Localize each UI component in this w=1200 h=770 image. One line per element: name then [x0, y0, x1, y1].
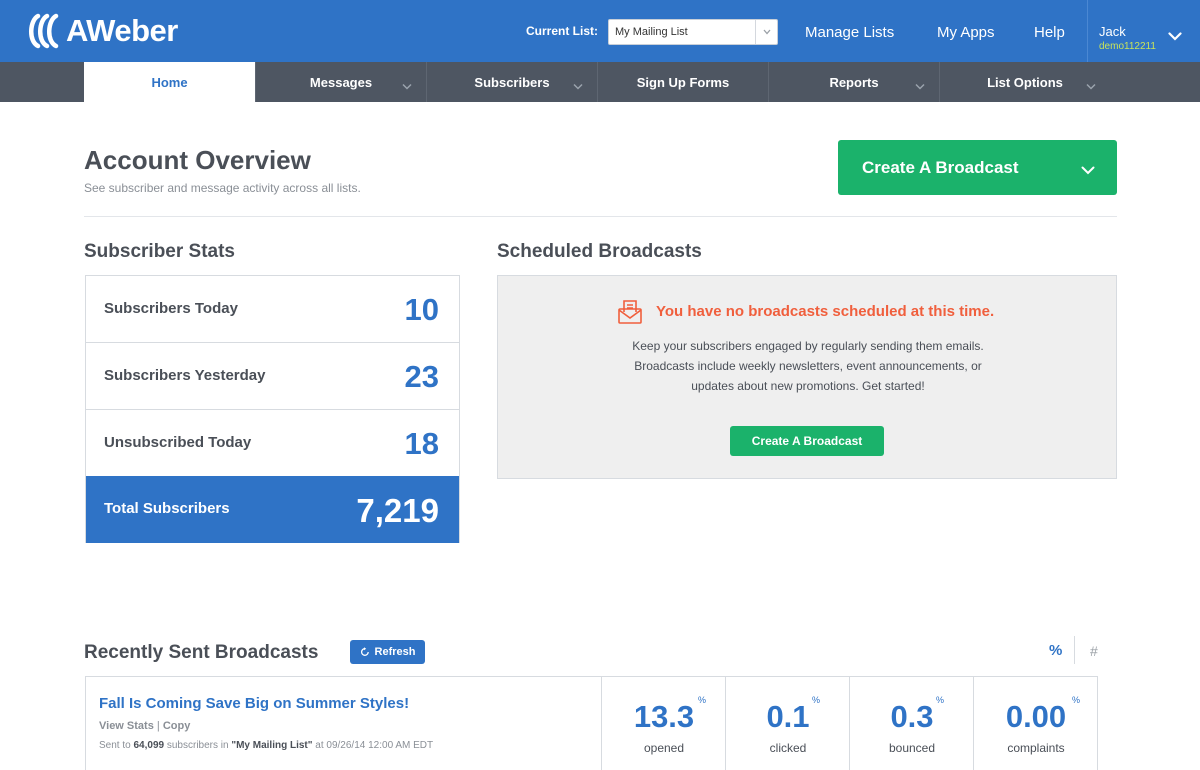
aweber-logo[interactable]: AWeber	[24, 12, 178, 50]
current-list-value: My Mailing List	[615, 26, 688, 38]
scheduled-help-text: Keep your subscribers engaged by regular…	[558, 336, 1058, 396]
stat-row-subscribers-yesterday: Subscribers Yesterday 23	[86, 343, 459, 410]
sent-middle: subscribers in	[166, 740, 229, 751]
aweber-logo-icon	[24, 13, 64, 49]
stat-label: Unsubscribed Today	[104, 434, 252, 451]
subscriber-stats-panel: Subscribers Today 10 Subscribers Yesterd…	[85, 275, 460, 543]
create-broadcast-small-button[interactable]: Create A Broadcast	[730, 426, 884, 456]
recent-broadcasts-heading: Recently Sent Broadcasts	[84, 642, 319, 663]
stat-label: Total Subscribers	[104, 500, 230, 517]
nav-tab-label: List Options	[987, 74, 1063, 90]
metric-value: 0.1	[766, 699, 810, 734]
sent-prefix: Sent to	[99, 740, 131, 751]
create-broadcast-label: Create A Broadcast	[862, 158, 1019, 177]
help-link[interactable]: Help	[1034, 24, 1065, 41]
toggle-percent[interactable]: %	[1049, 642, 1062, 659]
current-list-select[interactable]: My Mailing List	[608, 19, 778, 45]
nav-tab-home[interactable]: Home	[84, 62, 255, 102]
page-title: Account Overview	[84, 145, 311, 175]
logo-text: AWeber	[66, 13, 178, 48]
refresh-label: Refresh	[374, 646, 416, 658]
broadcast-title-link[interactable]: Fall Is Coming Save Big on Summer Styles…	[99, 695, 409, 712]
subscriber-stats-heading: Subscriber Stats	[84, 241, 235, 262]
chevron-down-icon	[573, 78, 583, 93]
stat-row-subscribers-today: Subscribers Today 10	[86, 276, 459, 343]
user-name: Jack	[1099, 24, 1126, 39]
nav-tab-messages[interactable]: Messages	[255, 62, 426, 102]
nav-tab-label: Sign Up Forms	[636, 74, 730, 90]
toggle-divider	[1074, 636, 1075, 664]
no-broadcasts-message: You have no broadcasts scheduled at this…	[656, 303, 995, 320]
create-broadcast-button[interactable]: Create A Broadcast	[838, 140, 1117, 195]
nav-tab-list-options[interactable]: List Options	[939, 62, 1110, 102]
nav-tab-label: Home	[151, 74, 188, 90]
user-id: demo112211	[1099, 41, 1156, 52]
chevron-down-icon	[1086, 78, 1096, 93]
stat-value: 10	[404, 292, 439, 327]
nav-tab-subscribers[interactable]: Subscribers	[426, 62, 597, 102]
select-arrow-icon	[755, 20, 777, 44]
manage-lists-link[interactable]: Manage Lists	[805, 24, 894, 41]
chevron-down-icon	[1081, 162, 1095, 180]
metric-value: 0.3	[890, 699, 934, 734]
nav-tab-reports[interactable]: Reports	[768, 62, 939, 102]
user-menu[interactable]: Jack demo112211	[1087, 0, 1200, 62]
help-text-line: updates about new promotions. Get starte…	[691, 379, 925, 393]
help-text-line: Keep your subscribers engaged by regular…	[632, 339, 984, 353]
stat-row-total-subscribers: Total Subscribers 7,219	[86, 476, 459, 543]
page-subtitle: See subscriber and message activity acro…	[84, 181, 361, 195]
sent-list-name: "My Mailing List"	[231, 740, 313, 751]
metric-unit: %	[698, 695, 707, 705]
metric-complaints: 0.00 % complaints	[973, 677, 1097, 770]
chevron-down-icon	[1168, 28, 1182, 46]
metric-unit: %	[936, 695, 945, 705]
main-nav: Home Messages Subscribers Sign Up Forms …	[0, 62, 1200, 102]
metric-label: opened	[643, 741, 685, 755]
chevron-down-icon	[915, 78, 925, 93]
section-divider	[84, 216, 1117, 217]
metric-bounced: 0.3 % bounced	[849, 677, 973, 770]
button-label: Create A Broadcast	[751, 434, 863, 448]
metric-clicked: 0.1 % clicked	[725, 677, 849, 770]
scheduled-broadcasts-heading: Scheduled Broadcasts	[497, 241, 702, 262]
scheduled-broadcasts-panel: You have no broadcasts scheduled at this…	[497, 275, 1117, 479]
metric-label: bounced	[888, 741, 936, 755]
current-list-label: Current List:	[526, 24, 598, 38]
broadcast-row: Fall Is Coming Save Big on Summer Styles…	[85, 676, 1098, 770]
copy-link[interactable]: Copy	[163, 720, 191, 732]
metric-unit: %	[1072, 695, 1081, 705]
metric-label: clicked	[769, 741, 807, 755]
nav-tab-sign-up-forms[interactable]: Sign Up Forms	[597, 62, 768, 102]
metric-unit: %	[812, 695, 821, 705]
top-header: AWeber Current List: My Mailing List Man…	[0, 0, 1200, 62]
nav-tab-label: Subscribers	[474, 74, 550, 90]
metric-opened: 13.3 % opened	[601, 677, 725, 770]
stat-value: 7,219	[356, 492, 439, 529]
stat-value: 18	[404, 426, 439, 461]
my-apps-link[interactable]: My Apps	[937, 24, 995, 41]
refresh-icon	[360, 647, 370, 657]
metric-value: 13.3	[633, 699, 695, 734]
nav-tab-label: Messages	[309, 74, 373, 90]
stat-value: 23	[404, 359, 439, 394]
stat-label: Subscribers Today	[104, 300, 238, 317]
envelope-icon	[616, 298, 644, 331]
toggle-number[interactable]: #	[1090, 643, 1098, 659]
broadcast-sent-info: Sent to 64,099 subscribers in "My Mailin…	[99, 740, 433, 751]
view-stats-link[interactable]: View Stats	[99, 720, 154, 732]
metric-label: complaints	[1007, 741, 1065, 755]
broadcast-actions: View Stats | Copy	[99, 720, 190, 732]
nav-tab-label: Reports	[829, 74, 879, 90]
stat-label: Subscribers Yesterday	[104, 367, 266, 384]
sent-count: 64,099	[133, 740, 165, 751]
help-text-line: Broadcasts include weekly newsletters, e…	[634, 359, 982, 373]
refresh-button[interactable]: Refresh	[350, 640, 425, 664]
stat-row-unsubscribed-today: Unsubscribed Today 18	[86, 410, 459, 477]
sent-suffix: at 09/26/14 12:00 AM EDT	[315, 740, 434, 751]
chevron-down-icon	[402, 78, 412, 93]
